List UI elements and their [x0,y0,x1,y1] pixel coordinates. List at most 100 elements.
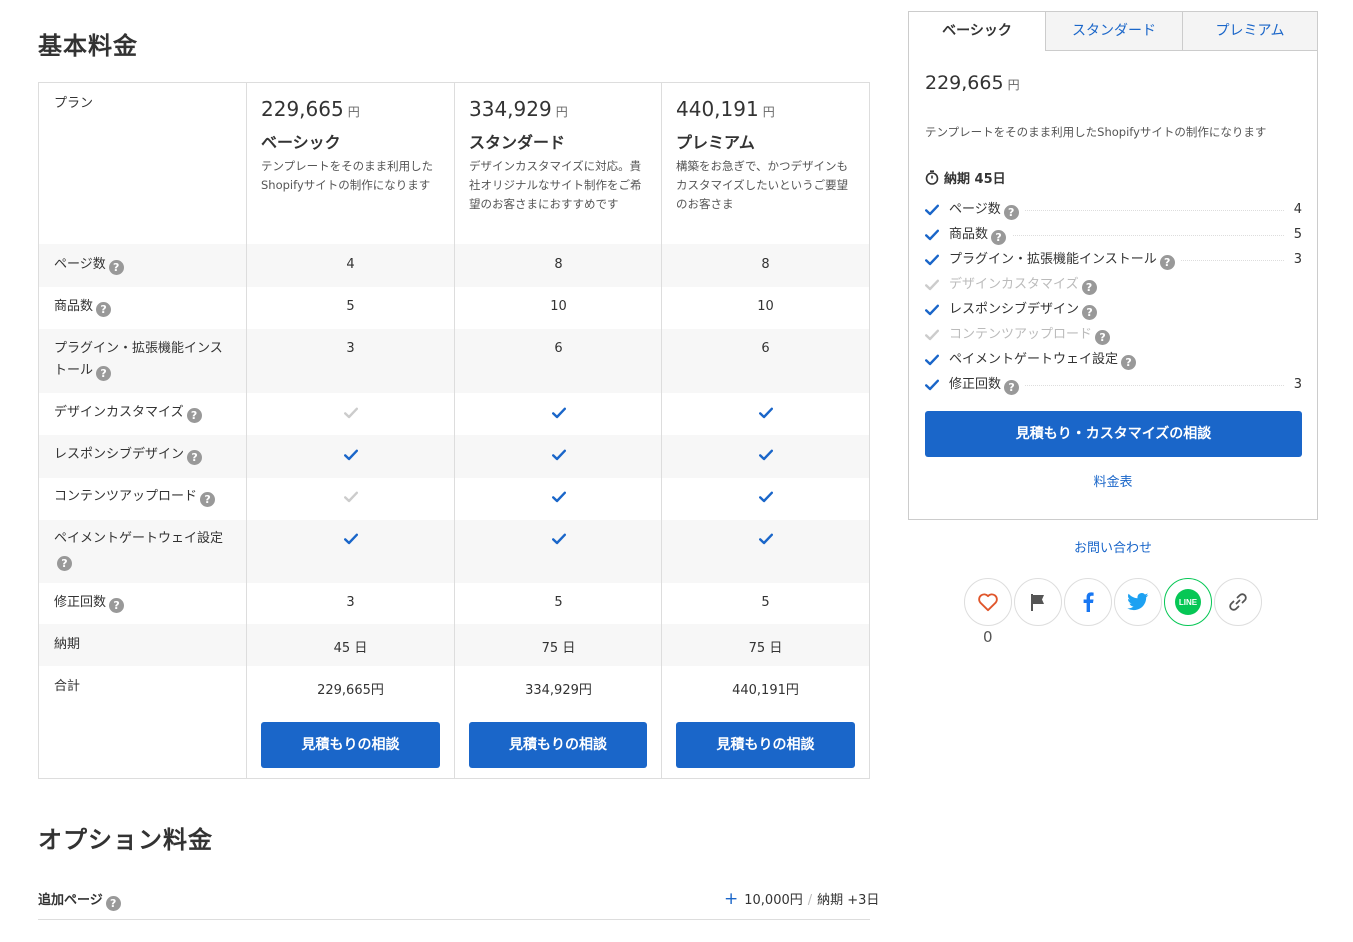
cell-value: 5 [761,595,770,610]
help-icon[interactable]: ? [1004,380,1020,395]
copy-link-button[interactable] [1214,578,1262,626]
cell-value: 10 [757,299,774,314]
summary-description: テンプレートをそのまま利用したShopifyサイトの制作になります [925,125,1267,139]
row-label-design: デザインカスタマイズ? [54,402,234,424]
like-button[interactable] [964,578,1012,626]
quote-button-basic[interactable]: 見積もりの相談 [261,722,440,768]
twitter-share-button[interactable] [1114,578,1162,626]
plan-header-basic: 229,665 円 ベーシック テンプレートをそのまま利用したShopifyサイト… [247,83,454,195]
check-icon [343,449,358,461]
help-icon[interactable]: ? [200,492,216,507]
quote-button-standard[interactable]: 見積もりの相談 [469,722,647,768]
timer-icon [925,170,939,185]
plan-price: 334,929 [469,97,552,121]
help-icon[interactable]: ? [96,366,112,381]
check-icon [925,354,939,366]
feature-row: 商品数? 5 [925,225,1302,245]
plan-tabs: ベーシック スタンダード プレミアム [909,12,1317,51]
line-icon: LINE [1175,589,1201,615]
feature-value: 4 [1287,200,1302,220]
check-icon [758,491,773,503]
row-label-text: 修正回数 [54,595,107,610]
tab-premium[interactable]: プレミアム [1182,12,1317,51]
option-item-price: +10,000円 / 納期 +3日 [724,889,879,909]
plan-price: 440,191 [676,97,759,121]
cell-value: 75 日 [748,641,783,656]
check-icon [925,304,939,316]
feature-row: ページ数? 4 [925,200,1302,220]
feature-row: デザインカスタマイズ? [925,275,1302,295]
plan-description: デザインカスタマイズに対応。貴社オリジナルなサイト制作をご希望のお客さまにおすす… [469,159,642,211]
pricing-table: プラン 229,665 円 ベーシック テンプレートをそのまま利用したShopif… [38,82,870,779]
row-label-responsive: レスポンシブデザイン? [54,444,234,466]
cell-value: 75 日 [541,641,576,656]
check-icon [758,407,773,419]
facebook-icon [1083,592,1094,612]
quote-button-premium[interactable]: 見積もりの相談 [676,722,855,768]
plan-header-standard: 334,929 円 スタンダード デザインカスタマイズに対応。貴社オリジナルなサイ… [455,83,662,214]
check-icon [925,204,939,216]
help-icon[interactable]: ? [1159,255,1175,270]
plan-yen: 円 [555,105,568,119]
plus-icon[interactable]: + [724,889,738,909]
feature-label-text: 商品数 [949,227,989,242]
cell-value: 8 [761,257,770,272]
help-icon[interactable]: ? [96,302,112,317]
plan-name: スタンダード [469,133,566,152]
plan-name: プレミアム [676,133,755,152]
feature-label: プラグイン・拡張機能インストール? [949,250,1181,270]
row-label-pages: ページ数? [54,254,234,276]
help-icon[interactable]: ? [1082,305,1098,320]
cell-check [247,449,454,465]
check-icon [925,379,939,391]
feature-label: 商品数? [949,225,1013,245]
help-icon[interactable]: ? [1121,355,1137,370]
cell-check [662,449,869,465]
plan-header-premium: 440,191 円 プレミアム 構築をお急ぎで、かつデザインもカスタマイズしたいと… [662,83,869,214]
cell-value: 229,665円 [317,683,384,698]
row-label-text: 商品数 [54,299,94,314]
price-table-link[interactable]: 料金表 [909,471,1317,490]
help-icon[interactable]: ? [1095,330,1111,345]
row-label-text: 合計 [54,679,81,694]
plan-yen: 円 [347,105,360,119]
contact-link[interactable]: お問い合わせ [908,537,1318,556]
plan-summary-card: ベーシック スタンダード プレミアム 229,665 円 テンプレートをそのまま利… [908,11,1318,520]
cell-value: 10 [550,299,567,314]
tab-basic[interactable]: ベーシック [909,12,1045,51]
feature-label-text: レスポンシブデザイン [949,302,1080,317]
plan-label: プラン [54,96,94,111]
summary-yen: 円 [1007,78,1020,92]
help-icon[interactable]: ? [1081,280,1097,295]
help-icon[interactable]: ? [186,408,202,423]
divider [38,919,870,920]
summary-price: 229,665 円 [925,72,1020,94]
check-icon [343,533,358,545]
row-label-payment: ペイメントゲートウェイ設定? [54,528,234,572]
help-icon[interactable]: ? [108,260,124,275]
check-icon [925,329,939,341]
plan-description: テンプレートをそのまま利用したShopifyサイトの制作になります [261,159,434,192]
quote-customize-button[interactable]: 見積もり・カスタマイズの相談 [925,411,1302,457]
line-share-button[interactable]: LINE [1164,578,1212,626]
feature-label: コンテンツアップロード? [949,325,1117,345]
help-icon[interactable]: ? [187,450,203,465]
feature-row: 修正回数? 3 [925,375,1302,395]
help-icon[interactable]: ? [57,556,72,571]
check-icon [343,491,358,503]
help-icon[interactable]: ? [1003,205,1019,220]
help-icon[interactable]: ? [991,230,1007,245]
row-label-text: デザインカスタマイズ [54,405,184,420]
feature-label-text: プラグイン・拡張機能インストール [949,252,1157,267]
basic-pricing-title: 基本料金 [38,32,138,60]
help-icon[interactable]: ? [105,896,121,911]
cell-check [662,407,869,423]
row-label-text: ペイメントゲートウェイ設定 [54,531,224,546]
option-item-extra-page: 追加ページ? [38,889,121,911]
check-icon [925,229,939,241]
tab-standard[interactable]: スタンダード [1045,12,1182,51]
facebook-share-button[interactable] [1064,578,1112,626]
help-icon[interactable]: ? [109,598,125,613]
plan-name: ベーシック [261,133,341,152]
flag-button[interactable] [1014,578,1062,626]
